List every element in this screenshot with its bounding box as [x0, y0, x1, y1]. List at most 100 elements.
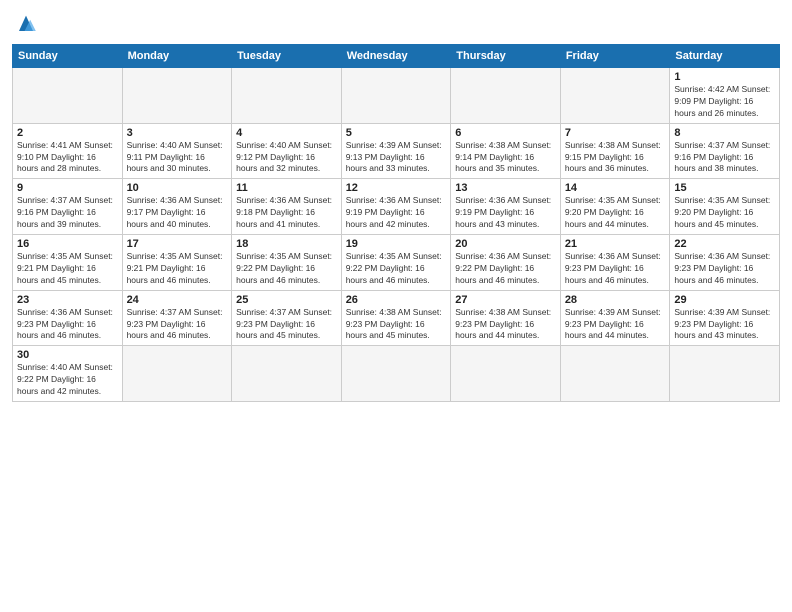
day-number: 20: [455, 238, 556, 250]
weekday-header: Saturday: [670, 45, 780, 68]
calendar-cell: [451, 346, 561, 402]
day-info: Sunrise: 4:37 AM Sunset: 9:16 PM Dayligh…: [674, 140, 775, 176]
calendar-week-row: 23Sunrise: 4:36 AM Sunset: 9:23 PM Dayli…: [13, 290, 780, 346]
weekday-header: Monday: [122, 45, 232, 68]
calendar-cell: 1Sunrise: 4:42 AM Sunset: 9:09 PM Daylig…: [670, 68, 780, 124]
calendar-cell: 6Sunrise: 4:38 AM Sunset: 9:14 PM Daylig…: [451, 123, 561, 179]
day-number: 8: [674, 127, 775, 139]
day-number: 28: [565, 294, 666, 306]
day-info: Sunrise: 4:39 AM Sunset: 9:13 PM Dayligh…: [346, 140, 447, 176]
logo: [12, 10, 44, 38]
day-number: 21: [565, 238, 666, 250]
day-info: Sunrise: 4:36 AM Sunset: 9:22 PM Dayligh…: [455, 251, 556, 287]
day-number: 1: [674, 71, 775, 83]
calendar-cell: [13, 68, 123, 124]
weekday-header: Sunday: [13, 45, 123, 68]
day-info: Sunrise: 4:35 AM Sunset: 9:21 PM Dayligh…: [127, 251, 228, 287]
day-number: 9: [17, 182, 118, 194]
weekday-header: Friday: [560, 45, 670, 68]
calendar-cell: 9Sunrise: 4:37 AM Sunset: 9:16 PM Daylig…: [13, 179, 123, 235]
day-number: 22: [674, 238, 775, 250]
day-info: Sunrise: 4:37 AM Sunset: 9:23 PM Dayligh…: [127, 307, 228, 343]
day-number: 15: [674, 182, 775, 194]
day-info: Sunrise: 4:35 AM Sunset: 9:22 PM Dayligh…: [236, 251, 337, 287]
day-info: Sunrise: 4:38 AM Sunset: 9:15 PM Dayligh…: [565, 140, 666, 176]
day-number: 25: [236, 294, 337, 306]
calendar-cell: [122, 68, 232, 124]
calendar-cell: 15Sunrise: 4:35 AM Sunset: 9:20 PM Dayli…: [670, 179, 780, 235]
day-number: 24: [127, 294, 228, 306]
calendar-cell: [670, 346, 780, 402]
day-number: 4: [236, 127, 337, 139]
day-info: Sunrise: 4:35 AM Sunset: 9:20 PM Dayligh…: [565, 195, 666, 231]
calendar-week-row: 30Sunrise: 4:40 AM Sunset: 9:22 PM Dayli…: [13, 346, 780, 402]
day-number: 13: [455, 182, 556, 194]
calendar-cell: [560, 346, 670, 402]
calendar-cell: 4Sunrise: 4:40 AM Sunset: 9:12 PM Daylig…: [232, 123, 342, 179]
day-info: Sunrise: 4:40 AM Sunset: 9:22 PM Dayligh…: [17, 362, 118, 398]
day-info: Sunrise: 4:35 AM Sunset: 9:20 PM Dayligh…: [674, 195, 775, 231]
weekday-header: Thursday: [451, 45, 561, 68]
day-number: 10: [127, 182, 228, 194]
calendar-cell: [341, 346, 451, 402]
day-info: Sunrise: 4:38 AM Sunset: 9:23 PM Dayligh…: [346, 307, 447, 343]
logo-icon: [12, 10, 40, 38]
weekday-header: Wednesday: [341, 45, 451, 68]
calendar-week-row: 2Sunrise: 4:41 AM Sunset: 9:10 PM Daylig…: [13, 123, 780, 179]
day-number: 19: [346, 238, 447, 250]
calendar-cell: 13Sunrise: 4:36 AM Sunset: 9:19 PM Dayli…: [451, 179, 561, 235]
calendar-cell: 18Sunrise: 4:35 AM Sunset: 9:22 PM Dayli…: [232, 235, 342, 291]
calendar-cell: 14Sunrise: 4:35 AM Sunset: 9:20 PM Dayli…: [560, 179, 670, 235]
calendar-cell: [341, 68, 451, 124]
day-number: 12: [346, 182, 447, 194]
day-number: 2: [17, 127, 118, 139]
day-number: 17: [127, 238, 228, 250]
page: SundayMondayTuesdayWednesdayThursdayFrid…: [0, 0, 792, 612]
day-info: Sunrise: 4:37 AM Sunset: 9:16 PM Dayligh…: [17, 195, 118, 231]
day-info: Sunrise: 4:35 AM Sunset: 9:21 PM Dayligh…: [17, 251, 118, 287]
day-number: 26: [346, 294, 447, 306]
day-number: 18: [236, 238, 337, 250]
header: [12, 10, 780, 38]
day-info: Sunrise: 4:42 AM Sunset: 9:09 PM Dayligh…: [674, 84, 775, 120]
day-number: 11: [236, 182, 337, 194]
day-info: Sunrise: 4:39 AM Sunset: 9:23 PM Dayligh…: [565, 307, 666, 343]
calendar-cell: 7Sunrise: 4:38 AM Sunset: 9:15 PM Daylig…: [560, 123, 670, 179]
day-info: Sunrise: 4:36 AM Sunset: 9:19 PM Dayligh…: [346, 195, 447, 231]
day-info: Sunrise: 4:41 AM Sunset: 9:10 PM Dayligh…: [17, 140, 118, 176]
calendar-header-row: SundayMondayTuesdayWednesdayThursdayFrid…: [13, 45, 780, 68]
day-info: Sunrise: 4:37 AM Sunset: 9:23 PM Dayligh…: [236, 307, 337, 343]
calendar-cell: [232, 68, 342, 124]
calendar-cell: [122, 346, 232, 402]
day-info: Sunrise: 4:39 AM Sunset: 9:23 PM Dayligh…: [674, 307, 775, 343]
day-number: 30: [17, 349, 118, 361]
calendar-cell: [560, 68, 670, 124]
day-number: 6: [455, 127, 556, 139]
day-info: Sunrise: 4:35 AM Sunset: 9:22 PM Dayligh…: [346, 251, 447, 287]
day-number: 16: [17, 238, 118, 250]
calendar-cell: 10Sunrise: 4:36 AM Sunset: 9:17 PM Dayli…: [122, 179, 232, 235]
day-info: Sunrise: 4:38 AM Sunset: 9:14 PM Dayligh…: [455, 140, 556, 176]
day-number: 14: [565, 182, 666, 194]
calendar-cell: 11Sunrise: 4:36 AM Sunset: 9:18 PM Dayli…: [232, 179, 342, 235]
day-info: Sunrise: 4:36 AM Sunset: 9:18 PM Dayligh…: [236, 195, 337, 231]
calendar-cell: 27Sunrise: 4:38 AM Sunset: 9:23 PM Dayli…: [451, 290, 561, 346]
calendar-cell: 3Sunrise: 4:40 AM Sunset: 9:11 PM Daylig…: [122, 123, 232, 179]
day-number: 23: [17, 294, 118, 306]
day-number: 27: [455, 294, 556, 306]
calendar-cell: 25Sunrise: 4:37 AM Sunset: 9:23 PM Dayli…: [232, 290, 342, 346]
day-info: Sunrise: 4:40 AM Sunset: 9:12 PM Dayligh…: [236, 140, 337, 176]
calendar-cell: 20Sunrise: 4:36 AM Sunset: 9:22 PM Dayli…: [451, 235, 561, 291]
day-info: Sunrise: 4:36 AM Sunset: 9:19 PM Dayligh…: [455, 195, 556, 231]
weekday-header: Tuesday: [232, 45, 342, 68]
calendar-cell: 21Sunrise: 4:36 AM Sunset: 9:23 PM Dayli…: [560, 235, 670, 291]
day-number: 3: [127, 127, 228, 139]
calendar-week-row: 9Sunrise: 4:37 AM Sunset: 9:16 PM Daylig…: [13, 179, 780, 235]
day-info: Sunrise: 4:36 AM Sunset: 9:23 PM Dayligh…: [17, 307, 118, 343]
day-info: Sunrise: 4:36 AM Sunset: 9:17 PM Dayligh…: [127, 195, 228, 231]
calendar-cell: 24Sunrise: 4:37 AM Sunset: 9:23 PM Dayli…: [122, 290, 232, 346]
day-number: 29: [674, 294, 775, 306]
calendar-cell: 16Sunrise: 4:35 AM Sunset: 9:21 PM Dayli…: [13, 235, 123, 291]
calendar-cell: [232, 346, 342, 402]
calendar-week-row: 16Sunrise: 4:35 AM Sunset: 9:21 PM Dayli…: [13, 235, 780, 291]
